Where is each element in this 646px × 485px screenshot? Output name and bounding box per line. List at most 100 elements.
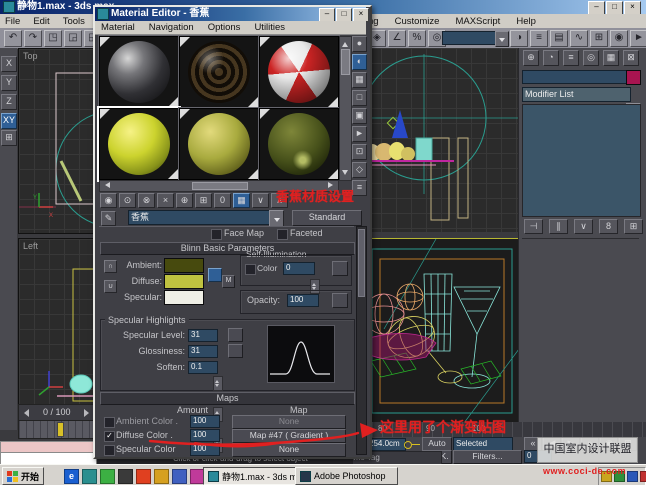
slots-vertical-scrollbar[interactable] xyxy=(339,36,352,181)
coordinate-z-field[interactable]: 254.0cm xyxy=(366,438,406,451)
specular-color-swatch[interactable] xyxy=(164,290,204,305)
ambient-map-checkbox[interactable] xyxy=(104,417,115,428)
me-close-button[interactable]: × xyxy=(353,8,369,22)
blinn-rollout-header[interactable]: Blinn Basic Parameters xyxy=(100,242,355,255)
restore-button[interactable]: □ xyxy=(606,1,623,15)
material-name-dropdown-arrow-icon[interactable] xyxy=(269,210,284,227)
axis-constraint-button[interactable]: X xyxy=(1,56,17,72)
faceted-checkbox[interactable] xyxy=(277,229,288,240)
track-bar-left[interactable] xyxy=(18,420,95,439)
assign-to-selection-icon[interactable]: ⊗ xyxy=(138,193,155,208)
sample-slot-3[interactable] xyxy=(259,36,339,108)
specular-level-map-button[interactable] xyxy=(228,328,243,342)
menu-item[interactable]: Options xyxy=(206,21,243,34)
self-illum-color-checkbox[interactable] xyxy=(245,264,256,275)
align-icon[interactable]: ≡ xyxy=(530,30,548,47)
sample-slot-1[interactable] xyxy=(99,36,179,108)
specular-map-button[interactable]: None xyxy=(232,443,346,457)
ambient-map-button[interactable]: None xyxy=(232,415,346,429)
curve-editor-icon[interactable]: ∿ xyxy=(570,30,588,47)
snap-grid-icon[interactable]: ⊞ xyxy=(1,130,17,146)
self-illum-map-button[interactable] xyxy=(332,261,348,276)
opacity-value-field[interactable]: 100 xyxy=(287,294,319,307)
glossiness-map-button[interactable] xyxy=(228,344,243,358)
lock-ambient-icon[interactable]: ∩ xyxy=(104,260,117,273)
scroll-thumb[interactable] xyxy=(192,182,248,190)
motion-tab[interactable]: ◎ xyxy=(583,50,599,66)
select-by-material-icon[interactable]: ◇ xyxy=(352,162,367,178)
remove-modifier-button[interactable]: 8 xyxy=(599,219,618,234)
scroll-down-icon[interactable] xyxy=(342,170,348,178)
put-to-library-icon[interactable]: ⊞ xyxy=(195,193,212,208)
opacity-map-button[interactable] xyxy=(332,293,348,308)
show-desktop-icon[interactable] xyxy=(82,469,97,484)
object-name-field[interactable] xyxy=(522,70,628,84)
start-button[interactable]: 开始 xyxy=(2,467,44,485)
reset-map-icon[interactable]: × xyxy=(157,193,174,208)
percent-snap-icon[interactable]: % xyxy=(408,30,426,47)
menu-item[interactable]: File xyxy=(3,15,22,28)
viewport-front[interactable] xyxy=(365,48,519,232)
material-map-navigator-icon[interactable]: ≡ xyxy=(352,180,367,196)
diffuse-amount-field[interactable]: 100 xyxy=(190,429,220,442)
ie-icon[interactable]: e xyxy=(64,469,79,484)
sample-slot-2[interactable] xyxy=(179,36,259,108)
configure-modifier-sets-button[interactable]: ⊞ xyxy=(624,219,643,234)
self-illum-value-field[interactable]: 0 xyxy=(283,262,315,275)
specular-map-checkbox[interactable] xyxy=(104,445,115,456)
utilities-tab[interactable]: ⊠ xyxy=(623,50,639,66)
menu-item[interactable]: Tools xyxy=(61,15,87,28)
glossiness-field[interactable]: 31 xyxy=(188,345,218,358)
messenger-icon[interactable] xyxy=(640,471,646,482)
create-tab[interactable]: ⊕ xyxy=(523,50,539,66)
show-end-result-button[interactable]: ∥ xyxy=(549,219,568,234)
maps-rollout-header[interactable]: Maps xyxy=(100,392,355,405)
object-color-swatch[interactable] xyxy=(626,70,641,85)
minimize-button[interactable]: – xyxy=(588,1,605,15)
redo-icon[interactable]: ↷ xyxy=(24,30,42,47)
sample-slot-5[interactable] xyxy=(179,108,259,180)
diffuse-map-button[interactable]: Map #47 ( Gradient ) xyxy=(232,429,346,443)
specular-level-field[interactable]: 31 xyxy=(188,329,218,342)
make-unique-button[interactable]: ∨ xyxy=(574,219,593,234)
specular-amount-field[interactable]: 100 xyxy=(190,443,220,456)
face-map-checkbox[interactable] xyxy=(211,229,222,240)
diffuse-map-shortcut-button[interactable]: M xyxy=(222,275,235,288)
sample-slot-6[interactable] xyxy=(259,108,339,180)
pin-stack-button[interactable]: ⊣ xyxy=(524,219,543,234)
sample-type-icon[interactable]: ● xyxy=(352,36,367,52)
modifier-list-dropdown[interactable]: Modifier List xyxy=(522,87,631,102)
diffuse-color-swatch[interactable] xyxy=(164,274,204,289)
video-color-check-icon[interactable]: ▣ xyxy=(352,108,367,124)
me-restore-button[interactable]: □ xyxy=(336,8,352,22)
ambient-color-swatch[interactable] xyxy=(164,258,204,273)
viewport-camera[interactable] xyxy=(365,238,520,424)
make-copy-icon[interactable]: ⊕ xyxy=(176,193,193,208)
time-slider[interactable]: 0 / 100 xyxy=(18,404,95,421)
menu-item[interactable]: Edit xyxy=(31,15,51,28)
track-bar-handle[interactable] xyxy=(57,422,64,437)
material-name-dropdown[interactable]: 香蕉 xyxy=(128,210,274,225)
ambient-amount-field[interactable]: 100 xyxy=(190,415,220,428)
axis-constraint-button[interactable]: Y xyxy=(1,75,17,91)
soften-field[interactable]: 0.1 xyxy=(188,361,218,374)
menu-item[interactable]: Help xyxy=(514,15,538,28)
filters-button[interactable]: Filters... xyxy=(453,450,522,464)
background-icon[interactable]: ▦ xyxy=(352,72,367,88)
modify-tab[interactable]: ◔ xyxy=(543,50,559,66)
sample-uv-tiling-icon[interactable]: □ xyxy=(352,90,367,106)
scroll-up-icon[interactable] xyxy=(342,39,348,47)
modifier-stack-list[interactable] xyxy=(522,104,641,217)
menu-item[interactable]: Navigation xyxy=(147,21,196,34)
effects-channel-icon[interactable]: 0 xyxy=(214,193,231,208)
close-button[interactable]: × xyxy=(624,1,641,15)
app-icon-1[interactable] xyxy=(118,469,133,484)
mail-icon[interactable] xyxy=(154,469,169,484)
rollout-scrollbar[interactable] xyxy=(356,226,367,455)
layer-manager-icon[interactable]: ▤ xyxy=(550,30,568,47)
get-material-icon[interactable]: ◉ xyxy=(100,193,117,208)
eyedropper-icon[interactable]: ✎ xyxy=(101,211,116,226)
menu-item[interactable]: Utilities xyxy=(252,21,287,34)
app-icon-2[interactable] xyxy=(136,469,151,484)
taskbar-button-photoshop[interactable]: Adobe Photoshop xyxy=(295,467,398,485)
